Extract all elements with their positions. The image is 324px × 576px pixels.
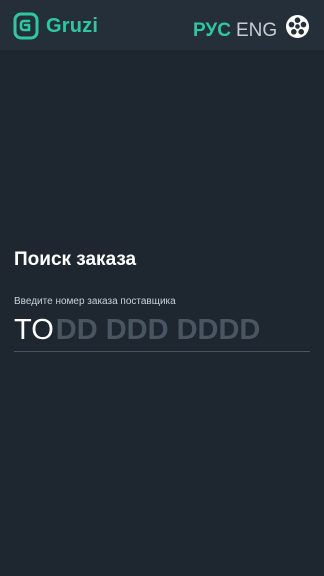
header: Gruzi РУС ENG — [0, 0, 324, 50]
order-number-label: Введите номер заказа поставщика — [14, 296, 176, 307]
app-screen: Gruzi РУС ENG Поиск заказа Введите номер… — [0, 0, 324, 576]
language-ru-button[interactable]: РУС — [193, 20, 231, 42]
settings-gear-icon[interactable] — [285, 14, 310, 39]
language-en-button[interactable]: ENG — [236, 20, 277, 42]
order-prefix: TO — [14, 314, 54, 346]
logo-text: Gruzi — [46, 15, 99, 37]
order-number-input[interactable]: TODD DDD DDDD — [14, 312, 310, 352]
page-title: Поиск заказа — [14, 249, 137, 270]
gruzi-logo-icon — [13, 12, 39, 40]
order-mask-placeholder: DD DDD DDDD — [55, 314, 261, 346]
logo: Gruzi — [13, 12, 98, 40]
